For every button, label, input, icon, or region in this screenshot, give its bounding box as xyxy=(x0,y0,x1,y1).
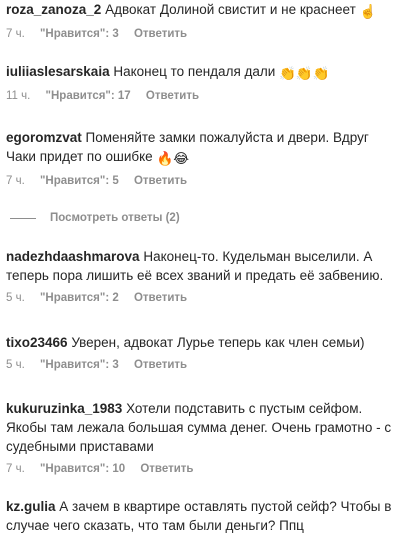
comment-text-block: iuliiaslesarskaia Наконец то пендаля дал… xyxy=(6,62,394,83)
comment-time: 5 ч. xyxy=(6,292,25,304)
emoji-icon: ☝️ xyxy=(359,4,377,19)
comment-username[interactable]: nadezhdaashmarova xyxy=(6,249,140,264)
comment-likes[interactable]: "Нравится": 5 xyxy=(40,175,119,187)
comment-item: kz.gulia А зачем в квартире оставлять пу… xyxy=(6,497,394,535)
comment-text-block: nadezhdaashmarova Наконец-то. Кудельман … xyxy=(6,247,394,285)
comment-username[interactable]: kz.gulia xyxy=(6,499,56,514)
comment-item: egoromzvat Поменяйте замки пожалуйста и … xyxy=(6,128,394,188)
reply-button[interactable]: Ответить xyxy=(140,463,193,475)
comment-body: Адвокат Долиной свистит и не краснеет xyxy=(105,2,356,17)
comment-username[interactable]: egoromzvat xyxy=(6,130,82,145)
comment-text-block: kz.gulia А зачем в квартире оставлять пу… xyxy=(6,497,394,535)
comment-meta: 11 ч. "Нравится": 17 Ответить xyxy=(6,89,394,103)
reply-button[interactable]: Ответить xyxy=(134,292,187,304)
comment-item: kukuruzinka_1983 Хотели подставить с пус… xyxy=(6,399,394,476)
comment-likes[interactable]: "Нравится": 2 xyxy=(40,292,119,304)
comment-text-block: roza_zanoza_2 Адвокат Долиной свистит и … xyxy=(6,0,394,21)
reply-button[interactable]: Ответить xyxy=(134,28,187,40)
comment-meta: 5 ч. "Нравится": 3 Ответить xyxy=(6,358,394,372)
reply-button[interactable]: Ответить xyxy=(134,359,187,371)
clapping-hands-emoji-icon: 👏👏👏 xyxy=(279,66,330,81)
comment-time: 7 ч. xyxy=(6,463,25,475)
fire-laughing-emoji-icon: 🔥😂 xyxy=(156,151,190,166)
comment-meta: 7 ч. "Нравится": 3 Ответить xyxy=(6,27,394,41)
comment-likes[interactable]: "Нравится": 3 xyxy=(40,28,119,40)
comment-meta: 7 ч. "Нравится": 5 Ответить xyxy=(6,174,394,188)
comment-text-block: kukuruzinka_1983 Хотели подставить с пус… xyxy=(6,399,394,456)
replies-divider-line xyxy=(10,217,36,219)
comment-item: roza_zanoza_2 Адвокат Долиной свистит и … xyxy=(6,0,394,41)
comment-likes[interactable]: "Нравится": 10 xyxy=(40,463,125,475)
view-replies-button[interactable]: Посмотреть ответы (2) xyxy=(10,212,180,224)
comment-meta: 5 ч. "Нравится": 2 Ответить xyxy=(6,291,394,305)
comment-likes[interactable]: "Нравится": 17 xyxy=(46,90,131,102)
comment-username[interactable]: tixo23466 xyxy=(6,335,68,350)
comment-body: Наконец то пендаля дали xyxy=(113,64,276,79)
comment-item: iuliiaslesarskaia Наконец то пендаля дал… xyxy=(6,62,394,103)
comment-item: nadezhdaashmarova Наконец-то. Кудельман … xyxy=(6,247,394,305)
comment-time: 7 ч. xyxy=(6,175,25,187)
comment-body: А зачем в квартире оставлять пустой сейф… xyxy=(6,499,392,533)
reply-button[interactable]: Ответить xyxy=(146,90,199,102)
comment-item: tixo23466 Уверен, адвокат Лурье теперь к… xyxy=(6,333,394,372)
comment-username[interactable]: iuliiaslesarskaia xyxy=(6,64,110,79)
comment-text-block: tixo23466 Уверен, адвокат Лурье теперь к… xyxy=(6,333,394,352)
view-replies-label: Посмотреть ответы (2) xyxy=(50,212,180,224)
comment-username[interactable]: roza_zanoza_2 xyxy=(6,2,101,17)
comment-likes[interactable]: "Нравится": 3 xyxy=(40,359,119,371)
comment-text-block: egoromzvat Поменяйте замки пожалуйста и … xyxy=(6,128,394,168)
comment-time: 7 ч. xyxy=(6,28,25,40)
reply-button[interactable]: Ответить xyxy=(134,175,187,187)
comment-time: 5 ч. xyxy=(6,359,25,371)
comment-username[interactable]: kukuruzinka_1983 xyxy=(6,401,122,416)
comment-time: 11 ч. xyxy=(6,90,31,102)
comment-meta: 7 ч. "Нравится": 10 Ответить xyxy=(6,462,394,476)
comment-body: Уверен, адвокат Лурье теперь как член се… xyxy=(71,335,365,350)
